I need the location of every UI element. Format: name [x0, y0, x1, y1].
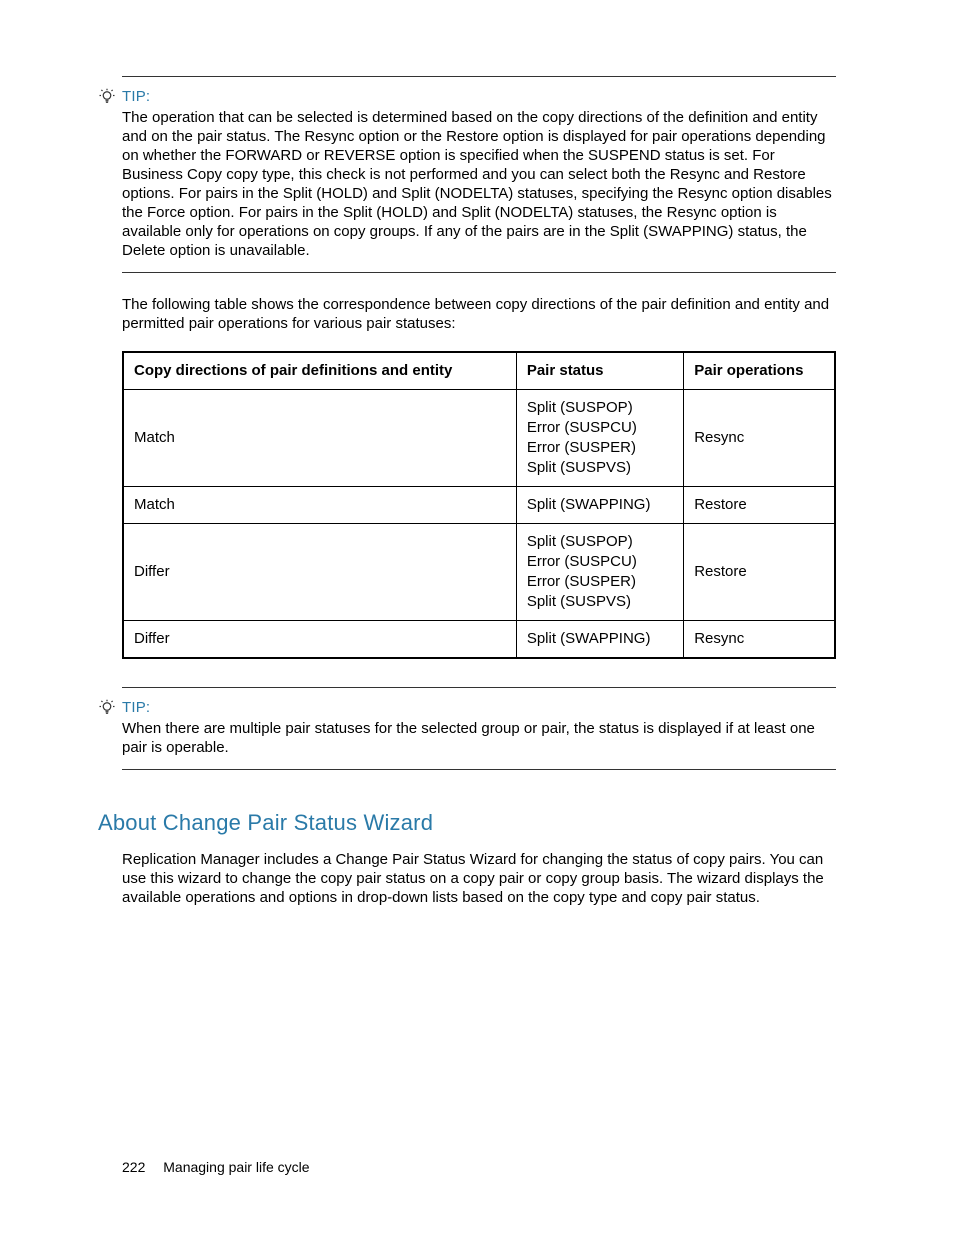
status-line: Split (SUSPOP) [527, 398, 673, 418]
status-line: Split (SUSPVS) [527, 458, 673, 478]
status-line: Error (SUSPCU) [527, 418, 673, 438]
table-header-col2: Pair status [516, 352, 683, 390]
table-cell: Split (SUSPOP) Error (SUSPCU) Error (SUS… [516, 390, 683, 487]
section-heading: About Change Pair Status Wizard [98, 810, 836, 836]
document-page: TIP: The operation that can be selected … [0, 0, 954, 1235]
lightbulb-icon [98, 88, 116, 106]
tip-label: TIP: [122, 698, 150, 717]
page-footer: 222 Managing pair life cycle [122, 1159, 310, 1175]
status-line: Error (SUSPER) [527, 438, 673, 458]
lightbulb-icon [98, 699, 116, 717]
table-header-col1: Copy directions of pair definitions and … [123, 352, 516, 390]
tip-text: The operation that can be selected is de… [122, 108, 836, 260]
table-cell: Split (SWAPPING) [516, 621, 683, 659]
table-row: Match Split (SWAPPING) Restore [123, 487, 835, 524]
table-header-col3: Pair operations [684, 352, 835, 390]
table-cell: Resync [684, 390, 835, 487]
table-cell: Resync [684, 621, 835, 659]
table-cell: Match [123, 390, 516, 487]
status-line: Error (SUSPCU) [527, 552, 673, 572]
tip-block-2: TIP: When there are multiple pair status… [122, 687, 836, 770]
status-line: Split (SWAPPING) [527, 629, 673, 649]
table-cell: Restore [684, 524, 835, 621]
table-cell: Differ [123, 621, 516, 659]
status-line: Error (SUSPER) [527, 572, 673, 592]
table-row: Differ Split (SUSPOP) Error (SUSPCU) Err… [123, 524, 835, 621]
table-row: Differ Split (SWAPPING) Resync [123, 621, 835, 659]
table-cell: Match [123, 487, 516, 524]
section-text: Replication Manager includes a Change Pa… [122, 850, 836, 907]
status-line: Split (SWAPPING) [527, 495, 673, 515]
table-cell: Differ [123, 524, 516, 621]
tip-block-1: TIP: The operation that can be selected … [122, 76, 836, 273]
tip-text: When there are multiple pair statuses fo… [122, 719, 836, 757]
status-line: Split (SUSPVS) [527, 592, 673, 612]
intro-text: The following table shows the correspond… [122, 295, 836, 333]
pair-operations-table: Copy directions of pair definitions and … [122, 351, 836, 659]
table-cell: Restore [684, 487, 835, 524]
status-line: Split (SUSPOP) [527, 532, 673, 552]
table-cell: Split (SWAPPING) [516, 487, 683, 524]
footer-title: Managing pair life cycle [163, 1159, 309, 1175]
tip-label: TIP: [122, 87, 150, 106]
page-number: 222 [122, 1159, 145, 1175]
table-cell: Split (SUSPOP) Error (SUSPCU) Error (SUS… [516, 524, 683, 621]
table-row: Match Split (SUSPOP) Error (SUSPCU) Erro… [123, 390, 835, 487]
